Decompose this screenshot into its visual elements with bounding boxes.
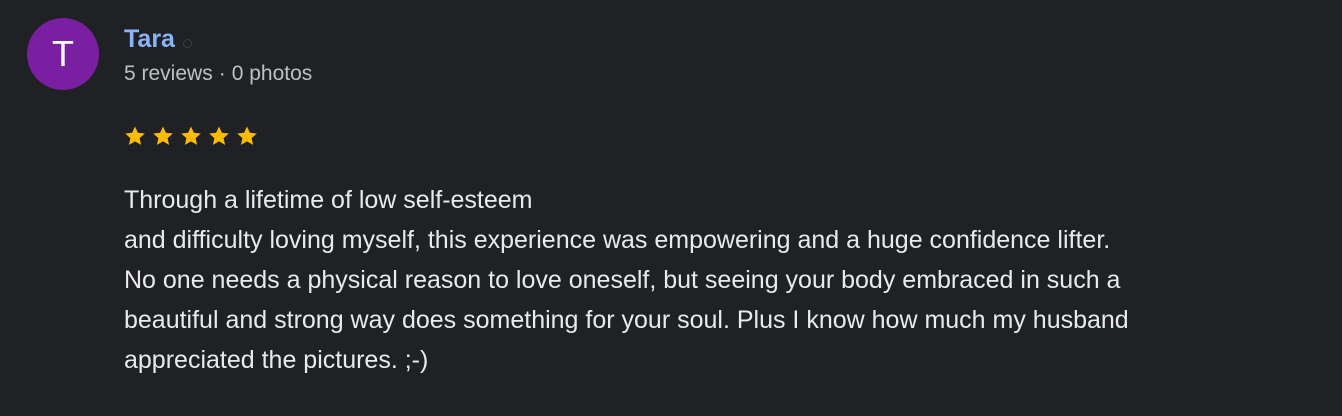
review-text: Through a lifetime of low self-esteem an… bbox=[124, 180, 1324, 380]
review-line: beautiful and strong way does something … bbox=[124, 306, 1129, 334]
stats-separator: · bbox=[218, 62, 226, 85]
star-icon bbox=[153, 126, 173, 145]
avatar[interactable]: T bbox=[27, 18, 99, 90]
review-line: and difficulty loving myself, this exper… bbox=[124, 226, 1111, 254]
review-line: Through a lifetime of low self-esteem bbox=[124, 186, 533, 214]
star-icon bbox=[209, 126, 229, 145]
review-line: appreciated the pictures. ;-) bbox=[124, 346, 429, 374]
review-card: T Tara 5 reviews · 0 photos Through a life… bbox=[0, 0, 1342, 416]
star-rating bbox=[123, 124, 259, 148]
reviewer-name[interactable]: Tara bbox=[124, 24, 175, 54]
star-icon bbox=[181, 126, 201, 145]
review-line: No one needs a physical reason to love o… bbox=[124, 266, 1121, 294]
avatar-initial: T bbox=[52, 33, 74, 74]
photo-count: 0 photos bbox=[231, 62, 313, 85]
review-count: 5 reviews bbox=[124, 62, 213, 85]
star-icon bbox=[237, 126, 257, 145]
reviewer-header: Tara bbox=[124, 24, 192, 54]
reviewer-stats: 5 reviews · 0 photos bbox=[124, 60, 312, 88]
badge-icon bbox=[182, 38, 192, 48]
star-icon bbox=[125, 126, 145, 145]
